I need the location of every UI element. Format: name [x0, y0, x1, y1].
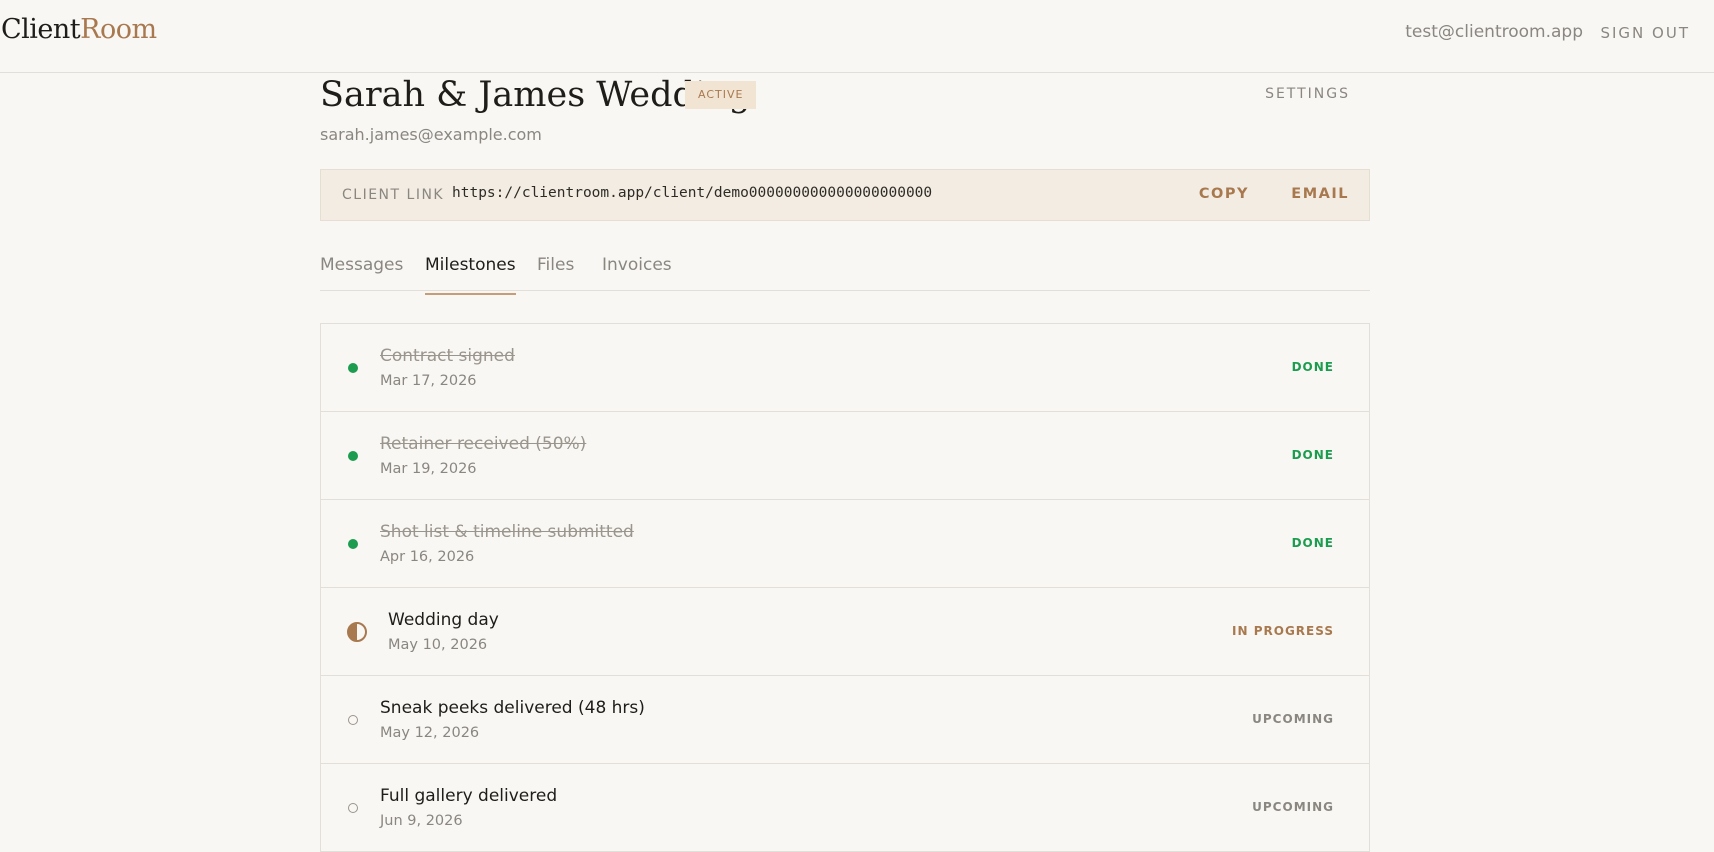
- tab-messages[interactable]: Messages: [320, 255, 403, 293]
- milestone-title: Wedding day: [388, 610, 499, 630]
- top-bar: ClientRoom test@clientroom.app SIGN OUT: [0, 0, 1714, 73]
- half-circle-icon: [347, 622, 367, 642]
- milestone-date: May 12, 2026: [380, 725, 480, 741]
- milestone-row[interactable]: Shot list & timeline submitted Apr 16, 2…: [321, 500, 1369, 588]
- copy-link-button[interactable]: COPY: [1199, 186, 1249, 202]
- milestone-list: Contract signed Mar 17, 2026 DONE Retain…: [320, 323, 1370, 852]
- tab-invoices[interactable]: Invoices: [602, 255, 672, 293]
- milestone-row[interactable]: Sneak peeks delivered (48 hrs) May 12, 2…: [321, 676, 1369, 764]
- tab-milestones[interactable]: Milestones: [425, 255, 516, 295]
- tab-files[interactable]: Files: [537, 255, 574, 293]
- logo[interactable]: ClientRoom: [1, 14, 157, 45]
- tab-bar: Messages Milestones Files Invoices: [320, 241, 1370, 295]
- milestone-row[interactable]: Full gallery delivered Jun 9, 2026 UPCOM…: [321, 764, 1369, 852]
- milestone-status: IN PROGRESS: [1232, 624, 1334, 638]
- milestone-date: Apr 16, 2026: [380, 549, 475, 565]
- milestone-date: May 10, 2026: [388, 637, 488, 653]
- status-badge: ACTIVE: [685, 81, 757, 109]
- done-dot-icon: [348, 451, 358, 461]
- milestone-date: Mar 19, 2026: [380, 461, 477, 477]
- settings-button[interactable]: SETTINGS: [1265, 86, 1350, 102]
- milestone-row[interactable]: Retainer received (50%) Mar 19, 2026 DON…: [321, 412, 1369, 500]
- milestone-title: Contract signed: [380, 346, 515, 366]
- milestone-row[interactable]: Wedding day May 10, 2026 IN PROGRESS: [321, 588, 1369, 676]
- milestone-title: Sneak peeks delivered (48 hrs): [380, 698, 645, 718]
- client-link-box: CLIENT LINK https://clientroom.app/clien…: [320, 169, 1370, 221]
- milestone-title: Retainer received (50%): [380, 434, 587, 454]
- done-dot-icon: [348, 363, 358, 373]
- milestone-row[interactable]: Contract signed Mar 17, 2026 DONE: [321, 324, 1369, 412]
- empty-circle-icon: [348, 803, 358, 813]
- logo-text-room: Room: [80, 14, 157, 45]
- logo-text-client: Client: [1, 14, 81, 45]
- client-email: sarah.james@example.com: [320, 125, 542, 144]
- milestone-status: DONE: [1291, 360, 1334, 374]
- milestone-status: DONE: [1291, 536, 1334, 550]
- client-link-label: CLIENT LINK: [342, 187, 445, 203]
- milestone-date: Mar 17, 2026: [380, 373, 477, 389]
- milestone-title: Shot list & timeline submitted: [380, 522, 634, 542]
- sign-out-button[interactable]: SIGN OUT: [1600, 24, 1690, 42]
- email-link-button[interactable]: EMAIL: [1291, 186, 1349, 202]
- empty-circle-icon: [348, 715, 358, 725]
- done-dot-icon: [348, 539, 358, 549]
- milestone-date: Jun 9, 2026: [380, 813, 463, 829]
- milestone-status: UPCOMING: [1252, 712, 1334, 726]
- main-content: Sarah & James Wedding ACTIVE SETTINGS sa…: [320, 73, 1370, 852]
- milestone-status: UPCOMING: [1252, 800, 1334, 814]
- user-email: test@clientroom.app: [1405, 22, 1583, 42]
- milestone-title: Full gallery delivered: [380, 786, 558, 806]
- milestone-status: DONE: [1291, 448, 1334, 462]
- client-link-url[interactable]: https://clientroom.app/client/demo000000…: [452, 185, 932, 201]
